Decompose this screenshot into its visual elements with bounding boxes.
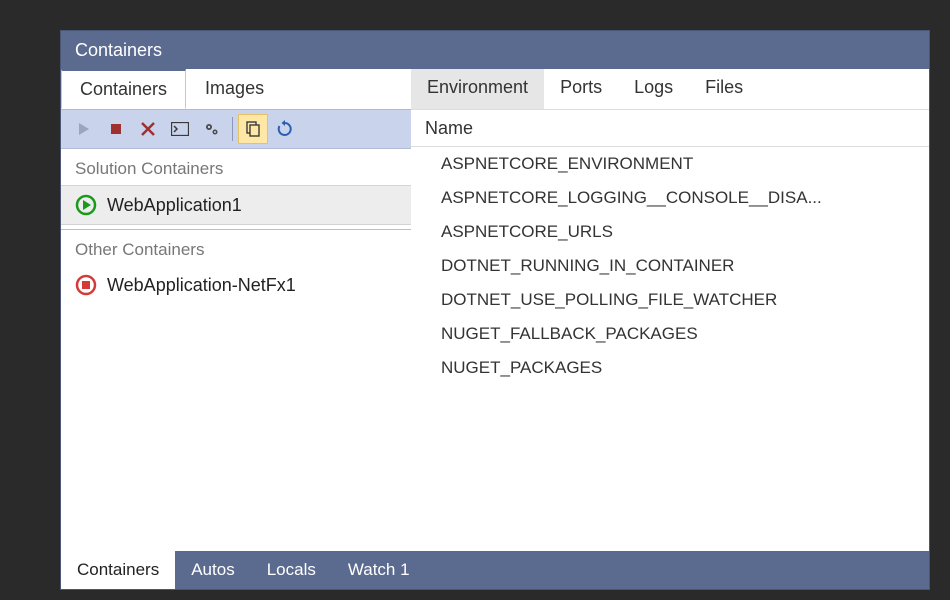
start-button[interactable] — [69, 114, 99, 144]
tab-label: Containers — [77, 560, 159, 580]
bottom-tabs: Containers Autos Locals Watch 1 — [61, 551, 929, 589]
bottom-tab-autos[interactable]: Autos — [175, 551, 250, 589]
env-name: DOTNET_RUNNING_IN_CONTAINER — [441, 256, 734, 275]
remove-button[interactable] — [133, 114, 163, 144]
container-name: WebApplication1 — [107, 195, 242, 216]
settings-button[interactable] — [197, 114, 227, 144]
left-tabs: Containers Images — [61, 69, 411, 109]
gears-icon — [203, 120, 221, 138]
env-row[interactable]: DOTNET_RUNNING_IN_CONTAINER — [411, 249, 929, 283]
tab-label: Locals — [267, 560, 316, 580]
tab-label: Files — [705, 77, 743, 97]
group-header-other: Other Containers — [61, 230, 411, 266]
close-icon — [140, 121, 156, 137]
tab-label: Ports — [560, 77, 602, 97]
tab-label: Images — [205, 78, 264, 98]
container-name: WebApplication-NetFx1 — [107, 275, 296, 296]
env-row[interactable]: NUGET_PACKAGES — [411, 351, 929, 385]
stop-icon — [109, 122, 123, 136]
env-name: NUGET_FALLBACK_PACKAGES — [441, 324, 698, 343]
column-header-name: Name — [425, 118, 473, 139]
terminal-button[interactable] — [165, 114, 195, 144]
play-icon — [77, 122, 91, 136]
group-header-solution: Solution Containers — [61, 149, 411, 185]
env-name: DOTNET_USE_POLLING_FILE_WATCHER — [441, 290, 777, 309]
refresh-button[interactable] — [270, 114, 300, 144]
tab-containers[interactable]: Containers — [61, 69, 186, 109]
containers-list: Solution Containers WebApplication1 Othe… — [61, 149, 411, 551]
copy-button[interactable] — [238, 114, 268, 144]
right-tabs: Environment Ports Logs Files — [411, 69, 929, 109]
tab-environment[interactable]: Environment — [411, 69, 544, 109]
env-row[interactable]: DOTNET_USE_POLLING_FILE_WATCHER — [411, 283, 929, 317]
stopped-icon — [75, 274, 97, 296]
env-list: ASPNETCORE_ENVIRONMENT ASPNETCORE_LOGGIN… — [411, 147, 929, 551]
env-name: ASPNETCORE_LOGGING__CONSOLE__DISA... — [441, 188, 822, 207]
env-row[interactable]: NUGET_FALLBACK_PACKAGES — [411, 317, 929, 351]
running-icon — [75, 194, 97, 216]
tab-label: Autos — [191, 560, 234, 580]
bottom-tab-watch1[interactable]: Watch 1 — [332, 551, 426, 589]
env-name: ASPNETCORE_ENVIRONMENT — [441, 154, 693, 173]
env-row[interactable]: ASPNETCORE_URLS — [411, 215, 929, 249]
tab-label: Logs — [634, 77, 673, 97]
window-body: Containers Images — [61, 69, 929, 551]
containers-window: Containers Containers Images — [60, 30, 930, 590]
env-name: NUGET_PACKAGES — [441, 358, 602, 377]
toolbar-separator — [232, 117, 233, 141]
tab-logs[interactable]: Logs — [618, 69, 689, 109]
bottom-tab-locals[interactable]: Locals — [251, 551, 332, 589]
env-row[interactable]: ASPNETCORE_ENVIRONMENT — [411, 147, 929, 181]
container-row[interactable]: WebApplication-NetFx1 — [61, 266, 411, 304]
tab-label: Environment — [427, 77, 528, 97]
terminal-icon — [171, 122, 189, 136]
tab-images[interactable]: Images — [186, 69, 283, 109]
env-row[interactable]: ASPNETCORE_LOGGING__CONSOLE__DISA... — [411, 181, 929, 215]
left-panel: Containers Images — [61, 69, 411, 551]
tab-ports[interactable]: Ports — [544, 69, 618, 109]
env-name: ASPNETCORE_URLS — [441, 222, 613, 241]
tab-label: Containers — [80, 79, 167, 99]
refresh-icon — [276, 120, 294, 138]
tab-files[interactable]: Files — [689, 69, 759, 109]
window-titlebar[interactable]: Containers — [61, 31, 929, 69]
window-title: Containers — [75, 40, 162, 61]
container-row[interactable]: WebApplication1 — [61, 185, 411, 225]
toolbar — [61, 109, 411, 149]
tab-label: Watch 1 — [348, 560, 410, 580]
stop-button[interactable] — [101, 114, 131, 144]
copy-icon — [244, 120, 262, 138]
env-grid-header[interactable]: Name — [411, 109, 929, 147]
right-panel: Environment Ports Logs Files Name ASPNET… — [411, 69, 929, 551]
bottom-tab-containers[interactable]: Containers — [61, 551, 175, 589]
